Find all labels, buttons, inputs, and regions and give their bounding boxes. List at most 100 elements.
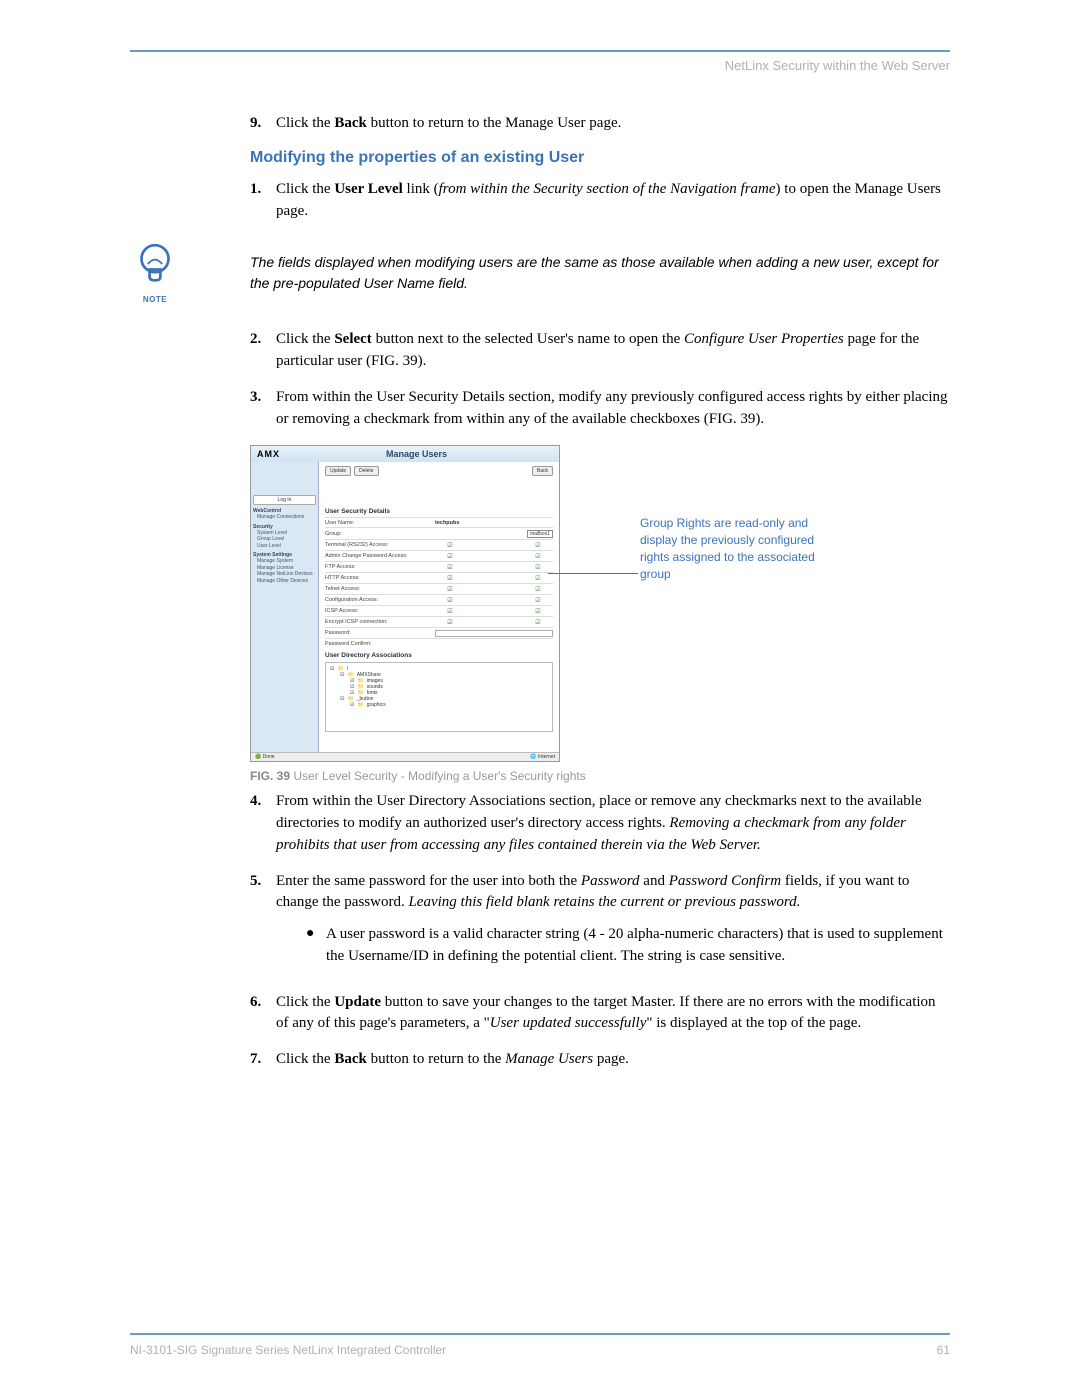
lbl: Admin Change Password Access: <box>325 553 435 559</box>
folder-icon: 📁 <box>357 702 363 708</box>
status-left: 🟢 Done <box>255 754 275 760</box>
chk[interactable]: ☑ <box>435 542 465 549</box>
chk-ro: ☑ <box>523 608 553 615</box>
t: Click the <box>276 331 334 347</box>
figure-39: AMX Manage Users Log In WebControl Manag… <box>250 445 950 783</box>
fig-title: Manage Users <box>280 449 553 459</box>
i: User updated successfully <box>490 1015 647 1031</box>
t: button to return to the <box>367 1051 505 1067</box>
group-select[interactable]: mailbox1 <box>527 530 553 538</box>
chk[interactable]: ☑ <box>435 619 465 626</box>
list-item-7: 7. Click the Back button to return to th… <box>250 1049 950 1071</box>
chk[interactable]: ☑ <box>435 564 465 571</box>
fig-logo: AMX <box>257 449 280 459</box>
side-item[interactable]: Manage NetLinx Devices <box>253 571 316 578</box>
running-header: NetLinx Security within the Web Server <box>130 58 950 73</box>
i: from within the Security section of the … <box>439 181 776 197</box>
lbl: Telnet Access: <box>325 586 435 592</box>
t: " is displayed at the top of the page. <box>646 1015 861 1031</box>
login-button[interactable]: Log In <box>253 495 316 505</box>
chk[interactable]: ☑ <box>330 666 334 672</box>
note-icon: NOTE <box>130 242 180 304</box>
chk[interactable]: ☑ <box>435 553 465 560</box>
note-block: NOTE The fields displayed when modifying… <box>130 242 950 304</box>
t: Click the <box>276 181 334 197</box>
bullet-item: ● A user password is a valid character s… <box>306 924 950 968</box>
password-input[interactable] <box>435 630 553 637</box>
chk-ro: ☑ <box>523 564 553 571</box>
side-item[interactable]: Manage Connections <box>253 514 316 521</box>
callout-line <box>548 573 638 574</box>
list-item-3: 3. From within the User Security Details… <box>250 387 950 431</box>
lbl: User Name: <box>325 520 435 526</box>
list-body: Enter the same password for the user int… <box>276 871 950 978</box>
lbl: HTTP Access: <box>325 575 435 581</box>
chk[interactable]: ☑ <box>435 575 465 582</box>
chk-ro: ☑ <box>523 575 553 582</box>
cap-b: FIG. 39 <box>250 769 290 783</box>
delete-button[interactable]: Delete <box>354 466 378 476</box>
cap-t: User Level Security - Modifying a User's… <box>290 769 586 783</box>
chk[interactable]: ☑ <box>435 597 465 604</box>
list-num: 9. <box>250 113 276 135</box>
list-item-6: 6. Click the Update button to save your … <box>250 992 950 1036</box>
t: button to return to the Manage User page… <box>367 115 622 131</box>
list-num: 1. <box>250 179 276 223</box>
list-body: Click the User Level link (from within t… <box>276 179 950 223</box>
fig-main: Update Delete Back User Security Details… <box>319 462 559 752</box>
chk[interactable]: ☑ <box>340 672 344 678</box>
dir-box: ☑📁/ ☑📁AMXShare ☑📁images ☑📁sounds ☑📁fonts… <box>325 662 553 732</box>
lbl: Encrypt ICSP connection: <box>325 619 435 625</box>
section-heading: Modifying the properties of an existing … <box>250 149 950 167</box>
list-item-4: 4. From within the User Directory Associ… <box>250 791 950 856</box>
chk[interactable]: ☑ <box>340 696 344 702</box>
i: Leaving this field blank retains the cur… <box>408 894 800 910</box>
i: Password <box>581 873 640 889</box>
b: Back <box>334 115 367 131</box>
list-item-9: 9. Click the Back button to return to th… <box>250 113 950 135</box>
chk[interactable]: ☑ <box>435 608 465 615</box>
list-item-5: 5. Enter the same password for the user … <box>250 871 950 978</box>
side-item[interactable]: User Level <box>253 543 316 550</box>
chk-ro: ☑ <box>523 586 553 593</box>
side-item[interactable]: Manage Other Devices <box>253 578 316 585</box>
list-body: From within the User Directory Associati… <box>276 791 950 856</box>
t: Click the <box>276 1051 334 1067</box>
chk-ro: ☑ <box>523 553 553 560</box>
lbl: Terminal (RS232) Access: <box>325 542 435 548</box>
dir-head: User Directory Associations <box>325 652 553 659</box>
callout-text: Group Rights are read-only and display t… <box>640 515 840 582</box>
list-num: 2. <box>250 329 276 373</box>
i: Configure User Properties <box>684 331 844 347</box>
chk[interactable]: ☑ <box>435 586 465 593</box>
list-num: 7. <box>250 1049 276 1071</box>
page-footer: NI-3101-SIG Signature Series NetLinx Int… <box>130 1333 950 1357</box>
lightbulb-icon <box>137 242 173 288</box>
bullet-text: A user password is a valid character str… <box>326 924 950 968</box>
b: Select <box>334 331 371 347</box>
note-text: The fields displayed when modifying user… <box>250 252 950 294</box>
d: graphics <box>367 702 386 708</box>
val: techpubs <box>435 520 459 526</box>
status-right: 🌐 Internet <box>530 754 555 760</box>
lbl: FTP Access: <box>325 564 435 570</box>
details-head: User Security Details <box>325 508 553 515</box>
chk-ro: ☑ <box>523 619 553 626</box>
back-button[interactable]: Back <box>532 466 553 476</box>
t: button next to the selected User's name … <box>372 331 684 347</box>
list-num: 3. <box>250 387 276 431</box>
list-num: 6. <box>250 992 276 1036</box>
list-body: Click the Select button next to the sele… <box>276 329 950 373</box>
chk[interactable]: ☑ <box>350 702 354 708</box>
i: Manage Users <box>505 1051 593 1067</box>
lbl: ICSP Access: <box>325 608 435 614</box>
chk-ro: ☑ <box>523 542 553 549</box>
t: page. <box>593 1051 629 1067</box>
b: Back <box>334 1051 367 1067</box>
lbl: Password: <box>325 630 435 636</box>
footer-left: NI-3101-SIG Signature Series NetLinx Int… <box>130 1343 446 1357</box>
lbl: Configuration Access: <box>325 597 435 603</box>
chk-ro: ☑ <box>523 597 553 604</box>
list-item-2: 2. Click the Select button next to the s… <box>250 329 950 373</box>
update-button[interactable]: Update <box>325 466 351 476</box>
